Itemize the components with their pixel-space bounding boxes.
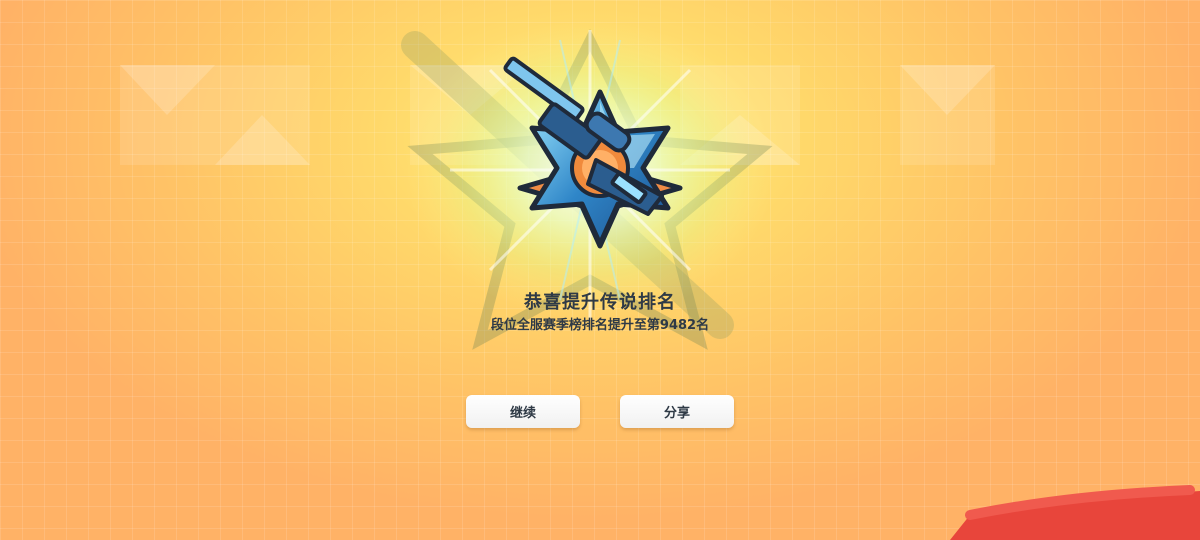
rank-up-title: 恭喜提升传说排名 <box>524 292 676 313</box>
rank-up-screen: 恭喜提升传说排名 段位全服赛季榜排名提升至第9482名 继续 分享 <box>0 0 1200 540</box>
background-decor <box>120 65 995 165</box>
background-grid <box>0 0 1200 540</box>
redaction-scribble <box>950 485 1200 540</box>
rank-up-subtitle: 段位全服赛季榜排名提升至第9482名 <box>490 318 710 333</box>
continue-button[interactable]: 继续 <box>466 395 580 428</box>
share-button[interactable]: 分享 <box>620 395 734 428</box>
